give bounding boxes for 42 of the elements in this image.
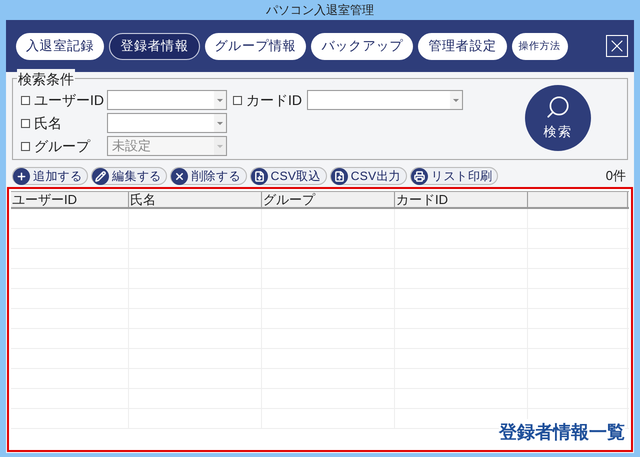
field-label: ユーザーID — [34, 90, 104, 110]
toolbar-button[interactable]: 編集する — [91, 167, 168, 185]
caret-icon — [450, 91, 462, 109]
checkbox[interactable] — [21, 96, 30, 104]
nav-tab[interactable]: バックアップ — [311, 32, 414, 60]
column-header[interactable]: ユーザーID — [11, 192, 129, 207]
dropdown-value: 未設定 — [111, 137, 152, 156]
print-icon — [410, 168, 428, 184]
field-label: カードID — [246, 90, 302, 110]
checkbox[interactable] — [21, 118, 30, 128]
record-count: 0件 — [606, 167, 627, 186]
toolbar-button[interactable]: 追加する — [12, 167, 88, 185]
search-button[interactable]: 検索 — [525, 85, 591, 151]
toolbar-button[interactable]: CSV出力 — [330, 167, 407, 185]
import-icon — [250, 168, 268, 184]
delete-icon — [171, 168, 188, 184]
field-label: 氏名 — [34, 114, 62, 132]
caret-icon — [214, 137, 226, 155]
nav-tab[interactable]: 管理者設定 — [418, 32, 507, 60]
nav-tab[interactable]: グループ情報 — [204, 32, 306, 60]
nav-tab[interactable]: 操作方法 — [512, 32, 568, 60]
column-header[interactable]: 氏名 — [129, 192, 262, 207]
dropdown-field[interactable] — [307, 90, 463, 110]
nav-tab[interactable]: 入退室記録 — [16, 32, 104, 60]
toolbar-button[interactable]: CSV取込 — [250, 167, 327, 185]
pencil-icon — [92, 168, 110, 184]
field-label: グループ — [34, 136, 90, 156]
search-icon — [545, 94, 571, 120]
window-title: パソコン入退室管理 — [265, 2, 375, 19]
checkbox[interactable] — [233, 96, 242, 104]
column-header[interactable]: グループ — [262, 192, 395, 207]
dropdown-field[interactable] — [107, 113, 227, 133]
nav-tab[interactable]: 登録者情報 — [109, 32, 200, 60]
close-button[interactable] — [606, 35, 628, 57]
dropdown-field[interactable] — [107, 90, 227, 110]
caret-icon — [214, 91, 226, 109]
toolbar-button[interactable]: 削除する — [170, 167, 247, 185]
plus-icon — [13, 168, 30, 184]
export-icon — [330, 168, 348, 184]
caret-icon — [214, 114, 226, 132]
column-header[interactable]: カードID — [395, 192, 528, 207]
toolbar-button[interactable]: リスト印刷 — [410, 167, 498, 185]
